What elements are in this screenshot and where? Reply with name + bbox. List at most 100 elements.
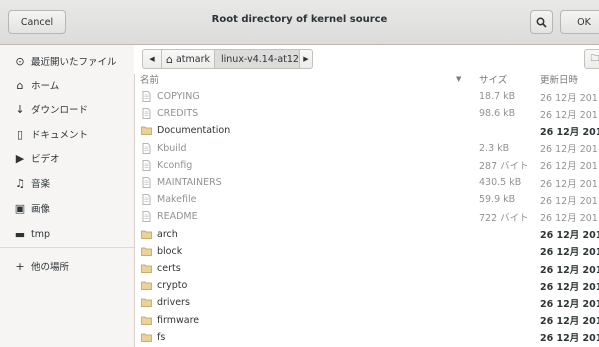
file-row[interactable]: firmware 26 12月 201 [134, 312, 599, 329]
file-modified: 26 12月 201 [540, 316, 599, 328]
ok-button[interactable]: OK [560, 10, 599, 34]
file-size: 430.5 kB [479, 177, 522, 188]
sidebar-item-label: 画像 [31, 204, 51, 215]
path-scroll-left-button[interactable]: ◀ [142, 49, 162, 69]
file-name: drivers [157, 297, 190, 309]
sidebar-item[interactable]: ▣ 画像 [0, 196, 134, 220]
file-name: crypto [157, 280, 188, 292]
file-row[interactable]: Documentation 26 12月 201 [134, 122, 599, 139]
search-button[interactable] [530, 10, 553, 34]
folder-icon [141, 264, 152, 273]
file-size: 2.3 kB [479, 142, 510, 154]
file-row[interactable]: Kbuild 2.3 kB 26 12月 201 [134, 140, 599, 157]
folder-icon [141, 333, 152, 342]
text-file-icon [142, 159, 151, 171]
file-name: block [157, 245, 183, 257]
sidebar-item-label: ビデオ [31, 154, 60, 165]
file-size: 722 バイト [479, 212, 529, 224]
file-modified: 26 12月 201 [540, 178, 598, 190]
file-modified: 26 12月 201 [540, 212, 598, 224]
file-name: Kconfig [157, 159, 193, 171]
music-icon: ♫ [15, 176, 25, 190]
file-modified: 26 12月 201 [540, 161, 598, 173]
sidebar-item[interactable]: ▯ ドキュメント [0, 122, 134, 146]
column-header-name[interactable]: 名前 [140, 72, 159, 86]
file-name: Documentation [157, 125, 231, 137]
chevron-right-icon: ▶ [303, 55, 309, 63]
folder-icon: ▬ [14, 227, 26, 241]
text-file-icon [142, 177, 151, 188]
file-modified: 26 12月 201 [540, 333, 599, 345]
places-sidebar: ⊙ 最近開いたファイル ⌂ ホーム ↓ ダウンロード ▯ ドキュメント ▶ ビデオ ♫ 音楽 ▣ 画像 ▬ t… [0, 45, 135, 347]
file-row[interactable]: Makefile 59.9 kB 26 12月 201 [134, 191, 599, 208]
text-file-icon [142, 211, 151, 223]
file-modified: 26 12月 201 [540, 247, 599, 259]
sidebar-item[interactable]: ▶ ビデオ [0, 146, 134, 170]
new-folder-icon: 🗀 [590, 54, 599, 64]
folder-icon [141, 316, 152, 325]
sort-indicator[interactable]: ▼ [456, 72, 461, 86]
sidebar-item[interactable]: ♫ 音楽 [0, 171, 134, 195]
file-row[interactable]: Kconfig 287 バイト 26 12月 201 [134, 157, 599, 174]
file-size: 18.7 kB [479, 91, 516, 102]
text-file-icon [142, 108, 151, 120]
file-row[interactable]: crypto 26 12月 201 [134, 277, 599, 294]
column-header-modified[interactable]: 更新日時 [540, 72, 578, 86]
file-name: arch [157, 228, 178, 240]
sidebar-separator [0, 247, 134, 248]
path-home-label: atmark [175, 53, 211, 65]
home-icon: ⌂ [166, 52, 173, 66]
file-row[interactable]: fs 26 12月 201 [134, 329, 599, 346]
file-name: COPYING [157, 91, 200, 102]
file-row[interactable]: certs 26 12月 201 [134, 260, 599, 277]
folder-icon [141, 127, 152, 136]
file-row[interactable]: arch 26 12月 201 [134, 226, 599, 243]
chevron-left-icon: ◀ [149, 55, 155, 63]
file-modified: 26 12月 201 [540, 109, 598, 121]
file-modified: 26 12月 201 [540, 92, 598, 104]
file-modified: 26 12月 201 [540, 230, 599, 242]
file-row[interactable]: MAINTAINERS 430.5 kB 26 12月 201 [134, 174, 599, 191]
file-row[interactable]: drivers 26 12月 201 [134, 294, 599, 311]
sidebar-item[interactable]: ⊙ 最近開いたファイル [0, 49, 134, 73]
file-name: Makefile [157, 194, 197, 206]
file-row[interactable]: block 26 12月 201 [134, 243, 599, 260]
file-name: Kbuild [157, 142, 187, 154]
search-icon [536, 17, 547, 28]
column-header-size[interactable]: サイズ [479, 72, 507, 86]
path-current-button[interactable]: linux-v4.14-at12 [214, 49, 300, 69]
file-name: README [157, 211, 198, 223]
folder-icon [141, 230, 152, 239]
file-row[interactable]: README 722 バイト 26 12月 201 [134, 208, 599, 225]
sort-down-icon: ▼ [456, 75, 462, 83]
path-current-label: linux-v4.14-at12 [221, 53, 299, 65]
text-file-icon [142, 91, 151, 102]
file-modified: 26 12月 201 [540, 281, 599, 293]
video-icon: ▶ [15, 151, 25, 165]
file-name: MAINTAINERS [157, 177, 222, 188]
sidebar-item-label: 最近開いたファイル [31, 57, 117, 68]
folder-icon [141, 247, 152, 256]
sidebar-item[interactable]: ▬ tmp [0, 222, 134, 246]
text-file-icon [142, 142, 151, 154]
file-row[interactable]: COPYING 18.7 kB 26 12月 201 [134, 88, 599, 105]
file-modified: 26 12月 201 [540, 126, 599, 138]
recent-icon: ⊙ [15, 54, 25, 68]
sidebar-item[interactable]: + 他の場所 [0, 254, 134, 278]
download-icon: ↓ [15, 102, 25, 116]
new-folder-button[interactable]: 🗀 [584, 49, 599, 69]
sidebar-item[interactable]: ⌂ ホーム [0, 73, 134, 97]
path-home-button[interactable]: ⌂ atmark [161, 49, 215, 69]
column-size-label: サイズ [479, 75, 508, 86]
path-scroll-right-button[interactable]: ▶ [299, 49, 313, 69]
file-name: fs [157, 331, 166, 343]
sidebar-item-label: 他の場所 [31, 262, 70, 273]
file-list[interactable]: 名前 ▼ サイズ 更新日時 COPYING 18.7 kB 26 12月 201 CR… [134, 72, 599, 347]
sidebar-item-label: ダウンロード [31, 105, 89, 116]
file-row[interactable]: CREDITS 98.6 kB 26 12月 201 [134, 105, 599, 122]
file-modified: 26 12月 201 [540, 298, 599, 310]
folder-icon [141, 299, 152, 308]
column-name-label: 名前 [140, 75, 160, 86]
sidebar-item[interactable]: ↓ ダウンロード [0, 97, 134, 121]
file-name: certs [157, 263, 181, 274]
